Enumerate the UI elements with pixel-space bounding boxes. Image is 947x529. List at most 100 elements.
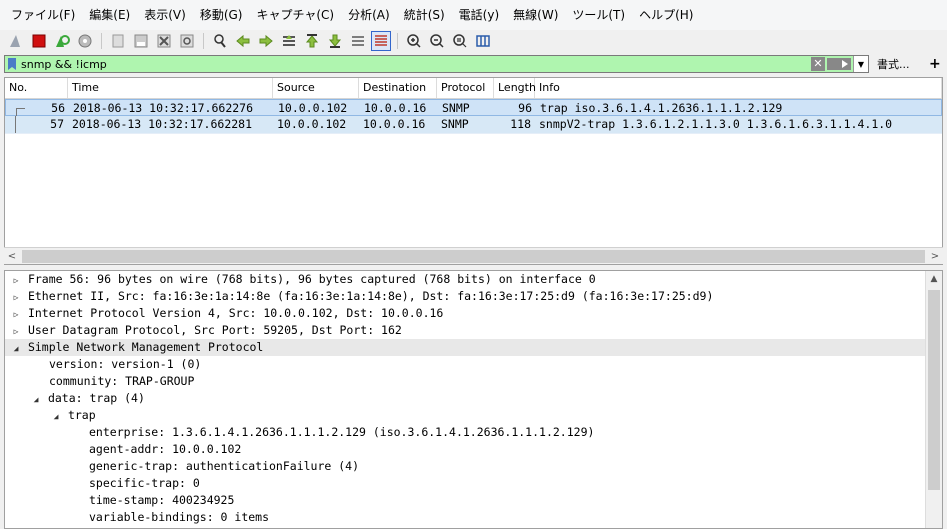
scroll-up-icon[interactable]: ▲ bbox=[926, 271, 942, 288]
packet-source: 10.0.0.102 bbox=[277, 117, 347, 131]
expand-arrow-icon[interactable]: ▷ bbox=[11, 306, 21, 323]
display-filter-input[interactable]: snmp && !icmp ✕ ▼ bbox=[4, 55, 869, 73]
zoom-out-icon[interactable] bbox=[427, 31, 447, 51]
menu-go[interactable]: 移動(G) bbox=[193, 0, 250, 30]
packet-source: 10.0.0.102 bbox=[278, 101, 348, 115]
tree-item-frame[interactable]: ▷ Frame 56: 96 bytes on wire (768 bits),… bbox=[5, 271, 942, 288]
tree-item-specific-trap[interactable]: specific-trap: 0 bbox=[5, 475, 942, 492]
tree-item-label: Internet Protocol Version 4, Src: 10.0.0… bbox=[27, 306, 444, 320]
expand-arrow-icon[interactable]: ▷ bbox=[11, 289, 21, 306]
tree-item-version[interactable]: version: version-1 (0) bbox=[5, 356, 942, 373]
tree-item-label: data: trap (4) bbox=[47, 391, 145, 405]
menu-telephony[interactable]: 電話(y) bbox=[452, 0, 506, 30]
packet-details-tree: ▷ Frame 56: 96 bytes on wire (768 bits),… bbox=[4, 270, 943, 529]
collapse-arrow-icon[interactable]: ◢ bbox=[31, 391, 41, 408]
column-time[interactable]: Time bbox=[68, 78, 273, 98]
open-icon[interactable] bbox=[108, 31, 128, 51]
packet-list: No. Time Source Destination Protocol Len… bbox=[4, 77, 943, 265]
display-filter-bar: snmp && !icmp ✕ ▼ 書式... + bbox=[0, 52, 947, 76]
packet-row[interactable]: 57 2018-06-13 10:32:17.662281 10.0.0.102… bbox=[5, 116, 942, 134]
last-icon[interactable] bbox=[325, 31, 345, 51]
find-icon[interactable] bbox=[210, 31, 230, 51]
column-source[interactable]: Source bbox=[273, 78, 359, 98]
expand-arrow-icon[interactable]: ▷ bbox=[11, 323, 21, 340]
menu-capture[interactable]: キャプチャ(C) bbox=[249, 0, 341, 30]
back-icon[interactable] bbox=[233, 31, 253, 51]
tree-item-ipv4[interactable]: ▷ Internet Protocol Version 4, Src: 10.0… bbox=[5, 305, 942, 322]
scroll-thumb[interactable] bbox=[928, 290, 940, 490]
tree-item-trap[interactable]: ◢ trap bbox=[5, 407, 942, 424]
tree-item-label: trap bbox=[67, 408, 96, 422]
tree-item-ethernet[interactable]: ▷ Ethernet II, Src: fa:16:3e:1a:14:8e (f… bbox=[5, 288, 942, 305]
tree-item-udp[interactable]: ▷ User Datagram Protocol, Src Port: 5920… bbox=[5, 322, 942, 339]
column-protocol[interactable]: Protocol bbox=[437, 78, 494, 98]
expand-arrow-icon[interactable]: ▷ bbox=[11, 272, 21, 289]
filter-text[interactable]: snmp && !icmp bbox=[21, 58, 811, 71]
menu-analyze[interactable]: 分析(A) bbox=[341, 0, 397, 30]
colorize-icon[interactable] bbox=[371, 31, 391, 51]
tree-item-time-stamp[interactable]: time-stamp: 400234925 bbox=[5, 492, 942, 509]
zoom-in-icon[interactable] bbox=[404, 31, 424, 51]
packet-time: 2018-06-13 10:32:17.662276 bbox=[73, 101, 254, 115]
scroll-right-icon[interactable]: > bbox=[927, 251, 943, 262]
save-icon[interactable] bbox=[131, 31, 151, 51]
menu-help[interactable]: ヘルプ(H) bbox=[632, 0, 700, 30]
clear-icon[interactable]: ✕ bbox=[811, 57, 825, 71]
toolbar-separator bbox=[203, 33, 204, 49]
packet-protocol: SNMP bbox=[442, 101, 470, 115]
restart-icon[interactable] bbox=[52, 31, 72, 51]
tree-item-generic-trap[interactable]: generic-trap: authenticationFailure (4) bbox=[5, 458, 942, 475]
column-info[interactable]: Info bbox=[535, 78, 942, 98]
column-destination[interactable]: Destination bbox=[359, 78, 437, 98]
autoscroll-icon[interactable] bbox=[348, 31, 368, 51]
options-icon[interactable] bbox=[75, 31, 95, 51]
collapse-arrow-icon[interactable]: ◢ bbox=[11, 340, 21, 357]
menu-edit[interactable]: 編集(E) bbox=[82, 0, 137, 30]
menu-wireless[interactable]: 無線(W) bbox=[506, 0, 565, 30]
close-file-icon[interactable] bbox=[154, 31, 174, 51]
packet-destination: 10.0.0.16 bbox=[363, 117, 426, 131]
tree-item-variable-bindings[interactable]: variable-bindings: 0 items bbox=[5, 509, 942, 526]
menu-view[interactable]: 表示(V) bbox=[137, 0, 193, 30]
chevron-down-icon[interactable]: ▼ bbox=[853, 56, 868, 72]
tree-item-label: variable-bindings: 0 items bbox=[89, 510, 270, 524]
column-length[interactable]: Length bbox=[494, 78, 536, 98]
tree-item-label: community: TRAP-GROUP bbox=[49, 374, 195, 388]
stop-icon[interactable] bbox=[29, 31, 49, 51]
packet-time: 2018-06-13 10:32:17.662281 bbox=[72, 117, 253, 131]
tree-item-agent-addr[interactable]: agent-addr: 10.0.0.102 bbox=[5, 441, 942, 458]
tree-item-snmp[interactable]: ◢ Simple Network Management Protocol bbox=[5, 339, 942, 356]
packet-info: trap iso.3.6.1.4.1.2636.1.1.1.2.129 bbox=[540, 101, 783, 115]
tree-item-enterprise[interactable]: enterprise: 1.3.6.1.4.1.2636.1.1.1.2.129… bbox=[5, 424, 942, 441]
packet-row[interactable]: 56 2018-06-13 10:32:17.662276 10.0.0.102… bbox=[5, 99, 942, 118]
menu-tools[interactable]: ツール(T) bbox=[565, 0, 632, 30]
expression-button[interactable]: 書式... bbox=[877, 56, 917, 72]
tree-item-label: User Datagram Protocol, Src Port: 59205,… bbox=[27, 323, 402, 337]
details-vscrollbar[interactable]: ▲ bbox=[925, 271, 942, 528]
tree-item-label: enterprise: 1.3.6.1.4.1.2636.1.1.1.2.129… bbox=[89, 425, 595, 439]
packet-list-header: No. Time Source Destination Protocol Len… bbox=[5, 78, 942, 99]
packet-destination: 10.0.0.16 bbox=[364, 101, 427, 115]
bookmark-icon[interactable] bbox=[7, 57, 17, 71]
goto-icon[interactable] bbox=[279, 31, 299, 51]
packet-protocol: SNMP bbox=[441, 117, 469, 131]
tree-item-data[interactable]: ◢ data: trap (4) bbox=[5, 390, 942, 407]
menu-statistics[interactable]: 統計(S) bbox=[397, 0, 452, 30]
scroll-left-icon[interactable]: < bbox=[4, 251, 20, 262]
zoom-normal-icon[interactable] bbox=[450, 31, 470, 51]
column-no[interactable]: No. bbox=[5, 78, 68, 98]
resize-columns-icon[interactable] bbox=[473, 31, 493, 51]
reload-icon[interactable] bbox=[177, 31, 197, 51]
collapse-arrow-icon[interactable]: ◢ bbox=[51, 408, 61, 425]
packet-list-hscrollbar[interactable]: < > bbox=[4, 247, 943, 264]
apply-filter-icon[interactable] bbox=[827, 58, 851, 70]
add-filter-button[interactable]: + bbox=[929, 56, 941, 72]
forward-icon[interactable] bbox=[256, 31, 276, 51]
toolbar-separator bbox=[101, 33, 102, 49]
first-icon[interactable] bbox=[302, 31, 322, 51]
menu-file[interactable]: ファイル(F) bbox=[4, 0, 82, 30]
tree-item-community[interactable]: community: TRAP-GROUP bbox=[5, 373, 942, 390]
tree-item-label: specific-trap: 0 bbox=[89, 476, 200, 490]
shark-fin-icon[interactable] bbox=[6, 31, 26, 51]
scroll-thumb[interactable] bbox=[22, 249, 925, 263]
